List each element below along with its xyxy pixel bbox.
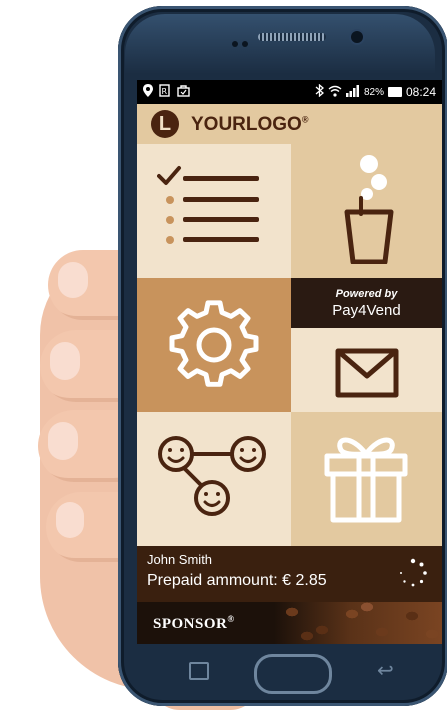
location-icon bbox=[143, 84, 153, 100]
fingernail bbox=[56, 502, 84, 538]
prescription-icon: R bbox=[159, 84, 171, 100]
powered-by-banner: Powered by Pay4Vend bbox=[291, 278, 442, 328]
gift-icon bbox=[324, 437, 408, 523]
prepaid-amount: Prepaid ammount: € 2.85 bbox=[147, 572, 327, 589]
signal-icon bbox=[345, 84, 360, 100]
battery-icon bbox=[387, 87, 402, 97]
earpiece-speaker bbox=[258, 33, 326, 41]
hot-drink-cup-icon bbox=[344, 155, 394, 264]
front-camera bbox=[351, 31, 363, 43]
back-icon[interactable]: ↩ bbox=[377, 658, 394, 683]
logo-registered: ® bbox=[301, 114, 309, 125]
social-share-icon bbox=[158, 436, 266, 516]
status-time: 08:24 bbox=[405, 85, 436, 99]
shopping-bag-icon bbox=[177, 84, 190, 100]
gear-icon bbox=[169, 300, 259, 387]
pay4vend-brand: Pay4Vend bbox=[332, 302, 401, 319]
home-button[interactable] bbox=[254, 654, 332, 694]
checklist-icon bbox=[157, 166, 259, 244]
bluetooth-icon bbox=[315, 83, 324, 100]
phone-screen: R 82% 08:24 L YOURLOGO® Powered by Pay4V… bbox=[137, 80, 442, 644]
envelope-icon bbox=[335, 348, 399, 398]
logo-wordmark: YOURLOGO bbox=[191, 114, 302, 135]
sponsor-registered: ® bbox=[227, 614, 235, 624]
account-info-bar: John Smith Prepaid ammount: € 2.85 bbox=[137, 546, 442, 602]
messages-tile[interactable] bbox=[291, 328, 442, 412]
coffee-vend-tile[interactable] bbox=[291, 144, 442, 278]
rewards-tile[interactable] bbox=[291, 412, 442, 546]
phone-top-bezel bbox=[125, 14, 435, 74]
app-header: L YOURLOGO® bbox=[137, 104, 442, 144]
svg-text:R: R bbox=[162, 87, 168, 96]
recent-apps-icon[interactable] bbox=[189, 662, 209, 680]
powered-by-label: Powered by bbox=[335, 288, 398, 300]
sensor-dots bbox=[232, 34, 254, 47]
wifi-icon bbox=[328, 85, 342, 100]
orders-list-tile[interactable] bbox=[137, 144, 291, 278]
logo-text: YOURLOGO® bbox=[191, 114, 308, 136]
logo-mark: L bbox=[151, 110, 179, 138]
battery-percent: 82% bbox=[363, 86, 384, 98]
fingernail bbox=[48, 422, 78, 460]
share-friends-tile[interactable] bbox=[137, 412, 291, 546]
sponsor-banner[interactable]: SPONSOR® bbox=[137, 602, 442, 644]
coffee-beans-image bbox=[272, 602, 442, 644]
user-name: John Smith bbox=[147, 552, 213, 567]
status-bar: R 82% 08:24 bbox=[137, 80, 442, 104]
fingernail bbox=[50, 342, 80, 380]
fingernail bbox=[58, 262, 88, 298]
loading-spinner-icon bbox=[400, 558, 427, 587]
sponsor-word: SPONSOR bbox=[153, 616, 228, 632]
hardware-navigation-bar: ↩ bbox=[137, 644, 442, 700]
settings-tile[interactable] bbox=[137, 278, 291, 412]
sponsor-label: SPONSOR® bbox=[153, 614, 235, 633]
